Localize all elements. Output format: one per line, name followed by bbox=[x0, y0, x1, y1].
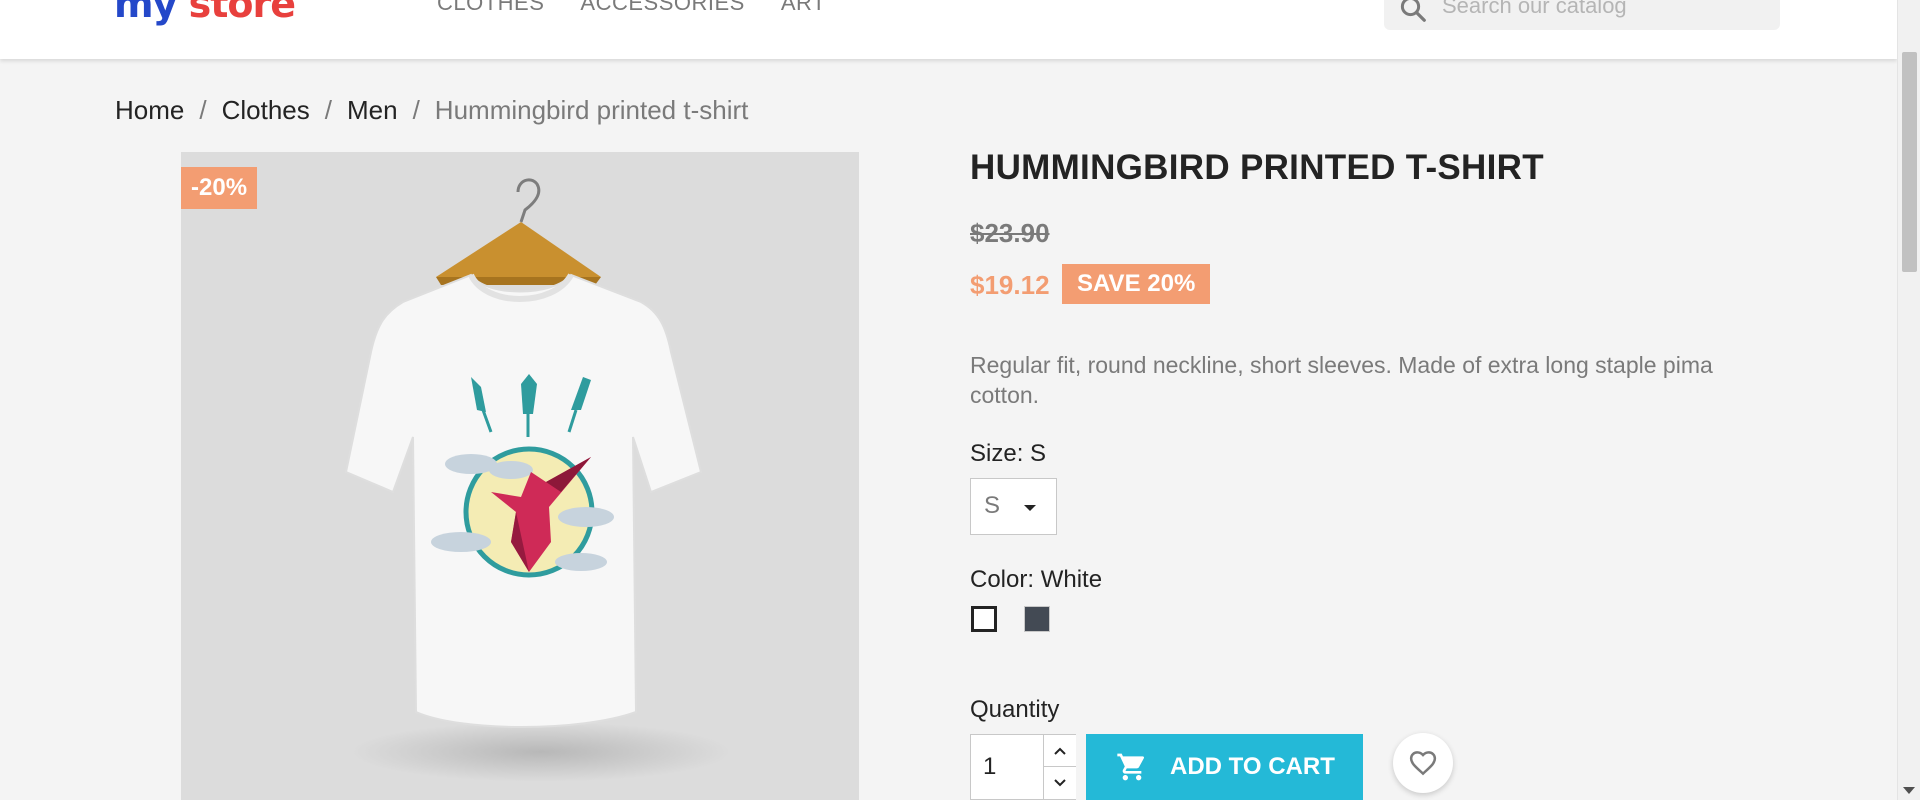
scroll-down-arrow-icon[interactable] bbox=[1903, 787, 1915, 794]
quantity-decrease-button[interactable] bbox=[1043, 767, 1076, 799]
shopping-cart-icon bbox=[1117, 753, 1145, 781]
quantity-stepper bbox=[970, 734, 1076, 800]
chevron-down-icon bbox=[1054, 779, 1066, 787]
site-header: my store CLOTHES ACCESSORIES ART bbox=[0, 0, 1897, 59]
breadcrumb-separator: / bbox=[412, 95, 420, 125]
logo-text-part2: store bbox=[188, 0, 296, 26]
add-to-cart-label: ADD TO CART bbox=[1170, 753, 1335, 780]
chevron-up-icon bbox=[1054, 747, 1066, 755]
search-widget bbox=[1384, 0, 1780, 30]
breadcrumb: Home / Clothes / Men / Hummingbird print… bbox=[115, 95, 748, 126]
search-input[interactable] bbox=[1442, 0, 1762, 20]
breadcrumb-home[interactable]: Home bbox=[115, 95, 184, 126]
product-title: HUMMINGBIRD PRINTED T-SHIRT bbox=[970, 148, 1544, 187]
size-select-value: S bbox=[984, 492, 1001, 519]
store-logo[interactable]: my store bbox=[114, 0, 296, 26]
color-label: Color: White bbox=[970, 566, 1103, 593]
breadcrumb-current: Hummingbird printed t-shirt bbox=[434, 95, 749, 125]
current-price: $19.12 bbox=[970, 270, 1050, 300]
scrollbar-thumb[interactable] bbox=[1902, 52, 1917, 272]
regular-price: $23.90 bbox=[970, 218, 1050, 248]
quantity-increase-button[interactable] bbox=[1043, 735, 1076, 767]
quantity-input[interactable] bbox=[971, 735, 1043, 799]
wishlist-button[interactable] bbox=[1393, 733, 1453, 793]
breadcrumb-men[interactable]: Men bbox=[347, 95, 398, 126]
color-swatch-white[interactable] bbox=[971, 606, 997, 632]
heart-icon bbox=[1409, 751, 1437, 776]
quantity-label: Quantity bbox=[970, 696, 1060, 723]
discount-flag: -20% bbox=[181, 167, 258, 209]
page-scrollbar[interactable] bbox=[1897, 0, 1920, 800]
size-select[interactable]: S bbox=[970, 478, 1057, 535]
logo-text-part1: my bbox=[114, 0, 189, 26]
breadcrumb-clothes[interactable]: Clothes bbox=[222, 95, 310, 126]
search-icon[interactable] bbox=[1398, 0, 1428, 24]
menu-item-art[interactable]: ART bbox=[781, 0, 826, 16]
product-cover-image[interactable]: -20% bbox=[181, 152, 859, 800]
color-swatch-grey[interactable] bbox=[1024, 606, 1050, 632]
breadcrumb-separator: / bbox=[324, 95, 332, 125]
product-description: Regular fit, round neckline, short sleev… bbox=[970, 352, 1713, 408]
add-to-cart-button[interactable]: ADD TO CART bbox=[1086, 734, 1363, 800]
caret-down-icon bbox=[1024, 505, 1036, 511]
menu-item-accessories[interactable]: ACCESSORIES bbox=[580, 0, 744, 16]
tshirt-illustration bbox=[344, 178, 731, 782]
size-label: Size: S bbox=[970, 440, 1047, 467]
menu-item-clothes[interactable]: CLOTHES bbox=[437, 0, 544, 16]
top-menu: CLOTHES ACCESSORIES ART bbox=[437, 0, 826, 16]
breadcrumb-separator: / bbox=[199, 95, 207, 125]
discount-badge: SAVE 20% bbox=[1062, 264, 1211, 304]
